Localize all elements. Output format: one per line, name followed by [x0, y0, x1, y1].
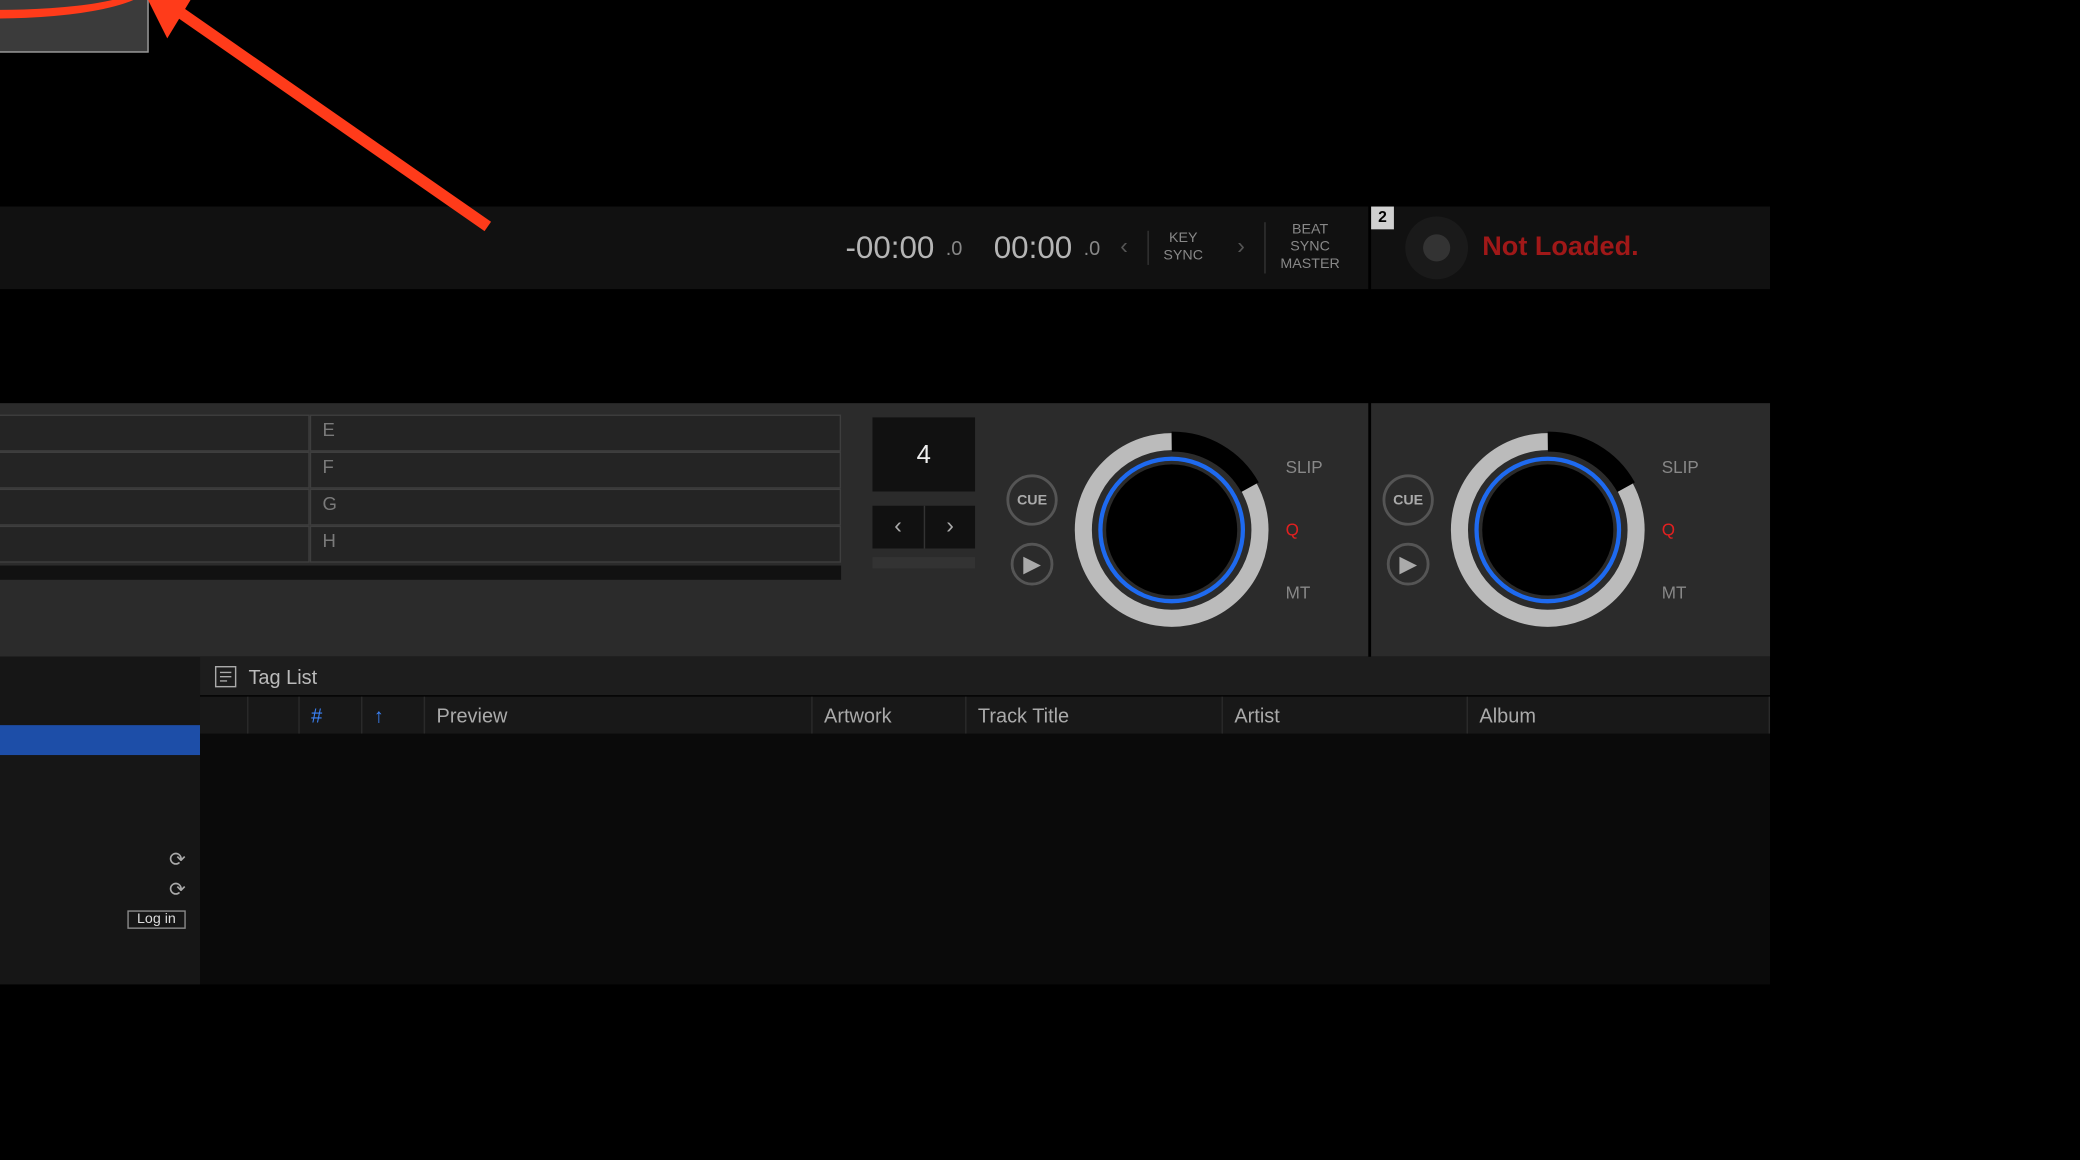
tree-item-sampler[interactable]: ▶Sampler: [0, 815, 200, 845]
tree-item-collection[interactable]: Collection: [0, 725, 200, 755]
mode-dropdown: EXPORT ✓ PERFORMANCE LIGHTING: [0, 0, 149, 53]
beat-prev-button[interactable]: ‹: [872, 506, 923, 549]
refresh-icon[interactable]: ⟳: [169, 878, 186, 902]
play-button[interactable]: ▶: [1387, 543, 1430, 586]
hotcue-c[interactable]: C: [0, 489, 310, 526]
annotation-arrow-icon: [132, 0, 502, 241]
column-headers: # ↑ Preview Artwork Track Title Artist A…: [200, 697, 1770, 734]
hotcue-g[interactable]: G: [310, 489, 841, 526]
deck-status-label: Not Loaded.: [1482, 232, 1638, 263]
refresh-icon[interactable]: ⟳: [169, 848, 186, 872]
master-tempo-button[interactable]: MT: [1286, 583, 1311, 603]
col-artist[interactable]: Artist: [1223, 697, 1468, 734]
hotcue-h[interactable]: H: [310, 526, 841, 563]
hotcue-a[interactable]: A: [0, 415, 310, 452]
quantize-button[interactable]: Q: [1662, 520, 1675, 540]
col-preview[interactable]: Preview: [425, 697, 813, 734]
col-blank[interactable]: [248, 697, 299, 734]
overview-bar[interactable]: [0, 566, 841, 580]
beat-scrollbar[interactable]: [872, 557, 975, 568]
beat-next-button[interactable]: ›: [924, 506, 975, 549]
deck-time-remaining: -00:00: [845, 229, 934, 266]
deck-1: 1 Not Loaded. -00:00.0 00:00.0 ‹ KEY SYN…: [0, 207, 1371, 657]
jog-wheel[interactable]: [1448, 430, 1647, 629]
hotcue-b[interactable]: B: [0, 452, 310, 489]
tree-item-explorer[interactable]: ▶Explorer: [0, 935, 200, 965]
browser-panel: TAG ☰ ⌃ ❯ Collection▼Playlists▶Related T…: [0, 657, 1770, 985]
tree-item-itunes[interactable]: ▶iTunes⟳: [0, 845, 200, 875]
play-icon: ▶: [1023, 550, 1041, 578]
jog-wheel[interactable]: [1072, 430, 1271, 629]
slip-button[interactable]: SLIP: [1662, 457, 1699, 477]
hotcue-f[interactable]: F: [310, 452, 841, 489]
tree-item-related-tracks[interactable]: ▶Related Tracks: [0, 785, 200, 815]
mode-option-lighting[interactable]: LIGHTING: [0, 6, 147, 52]
tree-item-soundcloud[interactable]: ▶SoundCloud⟳: [0, 875, 200, 905]
hotcue-grid: A E B F C G D H: [0, 415, 841, 563]
beat-count-display: 4: [872, 417, 975, 491]
cue-button[interactable]: CUE: [1383, 474, 1434, 525]
login-button[interactable]: Log in: [127, 910, 186, 929]
tree-item-beatport[interactable]: ▶BeatportLog in: [0, 905, 200, 935]
deck-number-badge: 2: [1371, 207, 1394, 230]
deck-time-elapsed: 00:00: [994, 229, 1072, 266]
slip-button[interactable]: SLIP: [1286, 457, 1323, 477]
col-track-title[interactable]: Track Title: [967, 697, 1223, 734]
prev-button[interactable]: ‹: [1112, 235, 1137, 261]
quantize-button[interactable]: Q: [1286, 520, 1299, 540]
col-blank[interactable]: [200, 697, 248, 734]
hotcue-e[interactable]: E: [310, 415, 841, 452]
col-number[interactable]: #: [300, 697, 363, 734]
taglist-icon: [214, 665, 237, 688]
sidebar-expand-button[interactable]: ❯: [0, 697, 200, 725]
taglist-header-label: Tag List: [248, 665, 317, 688]
hotcue-d[interactable]: D: [0, 526, 310, 563]
master-tempo-button[interactable]: MT: [1662, 583, 1687, 603]
col-artwork[interactable]: Artwork: [813, 697, 967, 734]
play-icon: ▶: [1399, 550, 1417, 578]
disc-icon: [1405, 217, 1468, 280]
cue-button[interactable]: CUE: [1006, 474, 1057, 525]
tree-item-playlists[interactable]: ▼Playlists: [0, 755, 200, 785]
key-sync-button[interactable]: KEY SYNC: [1148, 231, 1218, 265]
hotcue-mode-selector[interactable]: HOT CUE ▲▼: [0, 588, 841, 608]
col-album[interactable]: Album: [1468, 697, 1770, 734]
browser-sidebar: TAG ☰ ⌃ ❯ Collection▼Playlists▶Related T…: [0, 657, 200, 985]
deck-2: 2 Not Loaded. CUE ▶ SLIP Q: [1371, 207, 1770, 657]
next-button[interactable]: ›: [1229, 235, 1254, 261]
col-sort-icon[interactable]: ↑: [362, 697, 425, 734]
beat-sync-button[interactable]: BEAT SYNC MASTER: [1265, 222, 1354, 273]
waveform-display[interactable]: [0, 289, 1368, 403]
play-button[interactable]: ▶: [1011, 543, 1054, 586]
waveform-display[interactable]: [1371, 289, 1770, 403]
track-list[interactable]: [200, 734, 1770, 985]
